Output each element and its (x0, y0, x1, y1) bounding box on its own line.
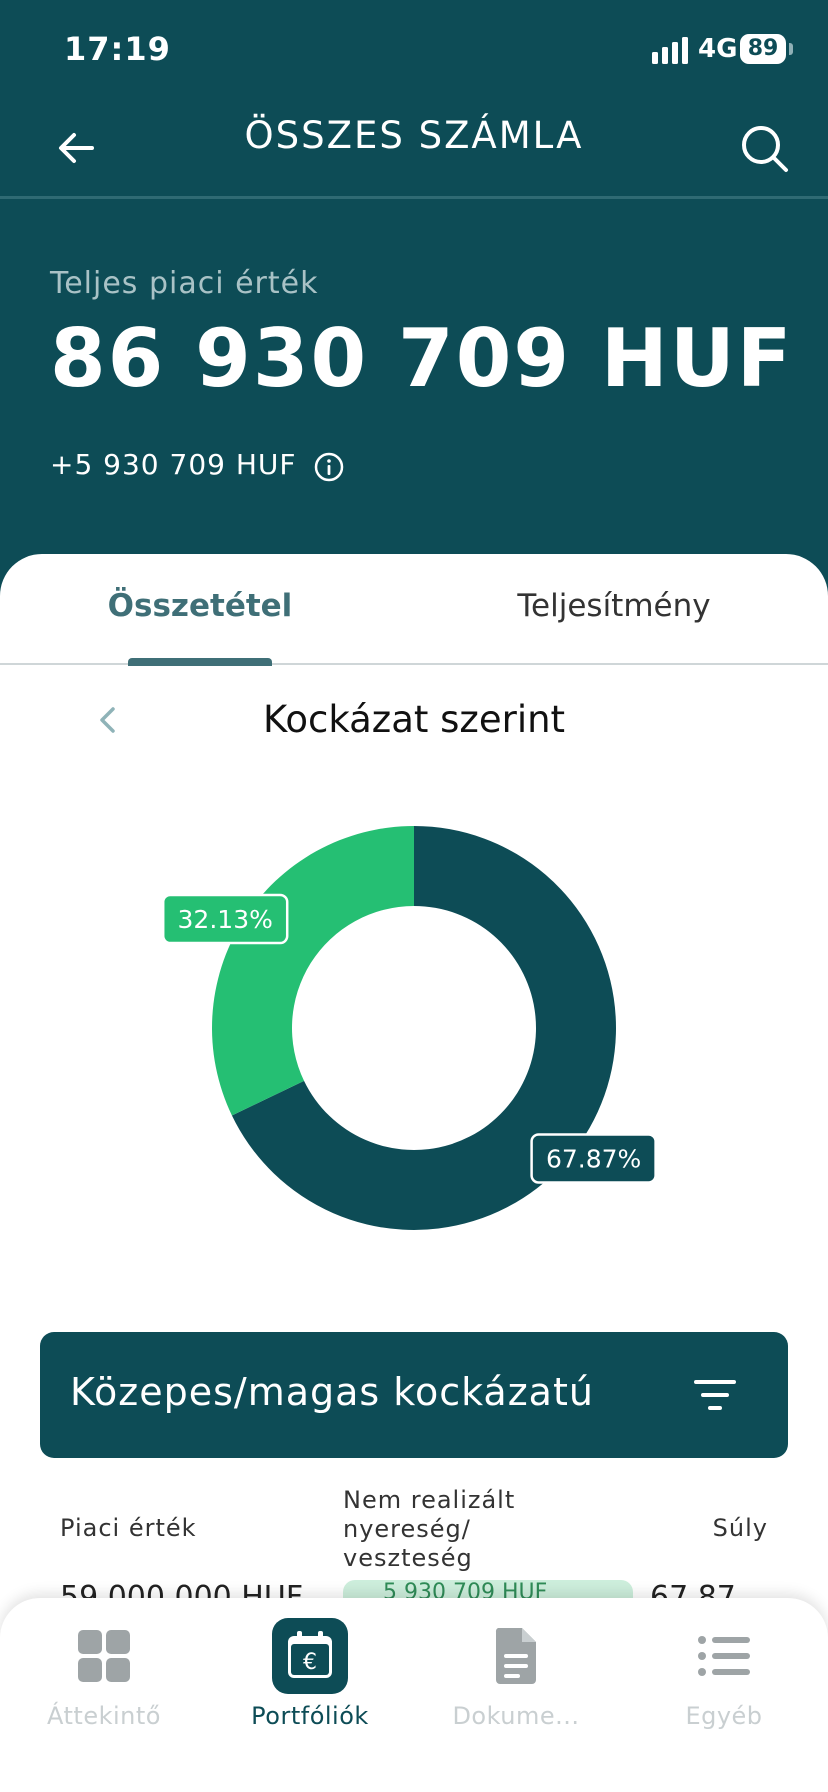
nav-label-documents: Dokume... (452, 1702, 580, 1730)
tab-performance[interactable]: Teljesítmény (414, 588, 814, 624)
market-value-amount: 86 930 709 HUF (50, 312, 794, 405)
svg-text:€: € (303, 1650, 317, 1675)
gain-amount: +5 930 709 HUF (50, 448, 297, 481)
risk-category-label: Közepes/magas kockázatú (70, 1370, 594, 1414)
battery-tip (789, 43, 793, 55)
battery-level: 89 (740, 34, 786, 64)
market-value-label: Teljes piaci érték (50, 266, 319, 301)
top-nav-bar: ÖSSZES SZÁMLA (0, 100, 828, 196)
search-icon[interactable] (736, 120, 792, 176)
grid-icon (78, 1630, 130, 1682)
document-icon (495, 1628, 536, 1684)
status-bar: 17:19 4G 89 (0, 0, 828, 100)
tab-composition[interactable]: Összetétel (0, 588, 400, 624)
header-divider (0, 196, 828, 199)
nav-label-overview: Áttekintő (47, 1702, 161, 1730)
status-time: 17:19 (64, 30, 171, 68)
column-header-market-value: Piaci érték (60, 1514, 197, 1542)
slice-label-0: 67.87% (530, 1133, 657, 1184)
risk-donut-chart: 67.87% 32.13% (161, 826, 657, 1230)
page-title: ÖSSZES SZÁMLA (244, 114, 584, 157)
chart-title: Kockázat szerint (262, 698, 566, 741)
screen: 17:19 4G 89 ÖSSZES SZÁMLA Teljes piaci é… (0, 0, 828, 1792)
nav-label-portfolios: Portfóliók (251, 1702, 369, 1730)
nav-item-documents[interactable]: Dokume... (426, 1622, 606, 1730)
nav-label-other: Egyéb (685, 1702, 763, 1730)
column-header-weight: Súly (712, 1514, 768, 1542)
active-tab-indicator (128, 658, 272, 666)
svg-text:32.13%: 32.13% (178, 905, 273, 934)
svg-text:67.87%: 67.87% (546, 1144, 641, 1173)
nav-item-portfolios[interactable]: € Portfóliók (220, 1618, 400, 1730)
bottom-navigation: Áttekintő € Portfóliók Dokume... Egyéb (0, 1598, 828, 1792)
euro-calendar-icon: € (272, 1618, 348, 1694)
donut-slice-1 (212, 826, 414, 1116)
column-header-unrealized: Nem realizált nyereség/ veszteség (343, 1486, 516, 1572)
header-area: 17:19 4G 89 ÖSSZES SZÁMLA Teljes piaci é… (0, 0, 828, 600)
signal-icon (652, 37, 688, 64)
list-icon (698, 1636, 750, 1676)
filter-icon[interactable] (690, 1372, 740, 1418)
nav-item-overview[interactable]: Áttekintő (14, 1622, 194, 1730)
info-icon[interactable] (314, 452, 344, 482)
tabs-divider (0, 663, 828, 665)
nav-item-other[interactable]: Egyéb (634, 1622, 814, 1730)
slice-label-1: 32.13% (161, 893, 289, 945)
network-type: 4G (698, 34, 738, 64)
euro-calendar-glyph: € (288, 1631, 332, 1678)
risk-category-box: Közepes/magas kockázatú (40, 1332, 788, 1458)
